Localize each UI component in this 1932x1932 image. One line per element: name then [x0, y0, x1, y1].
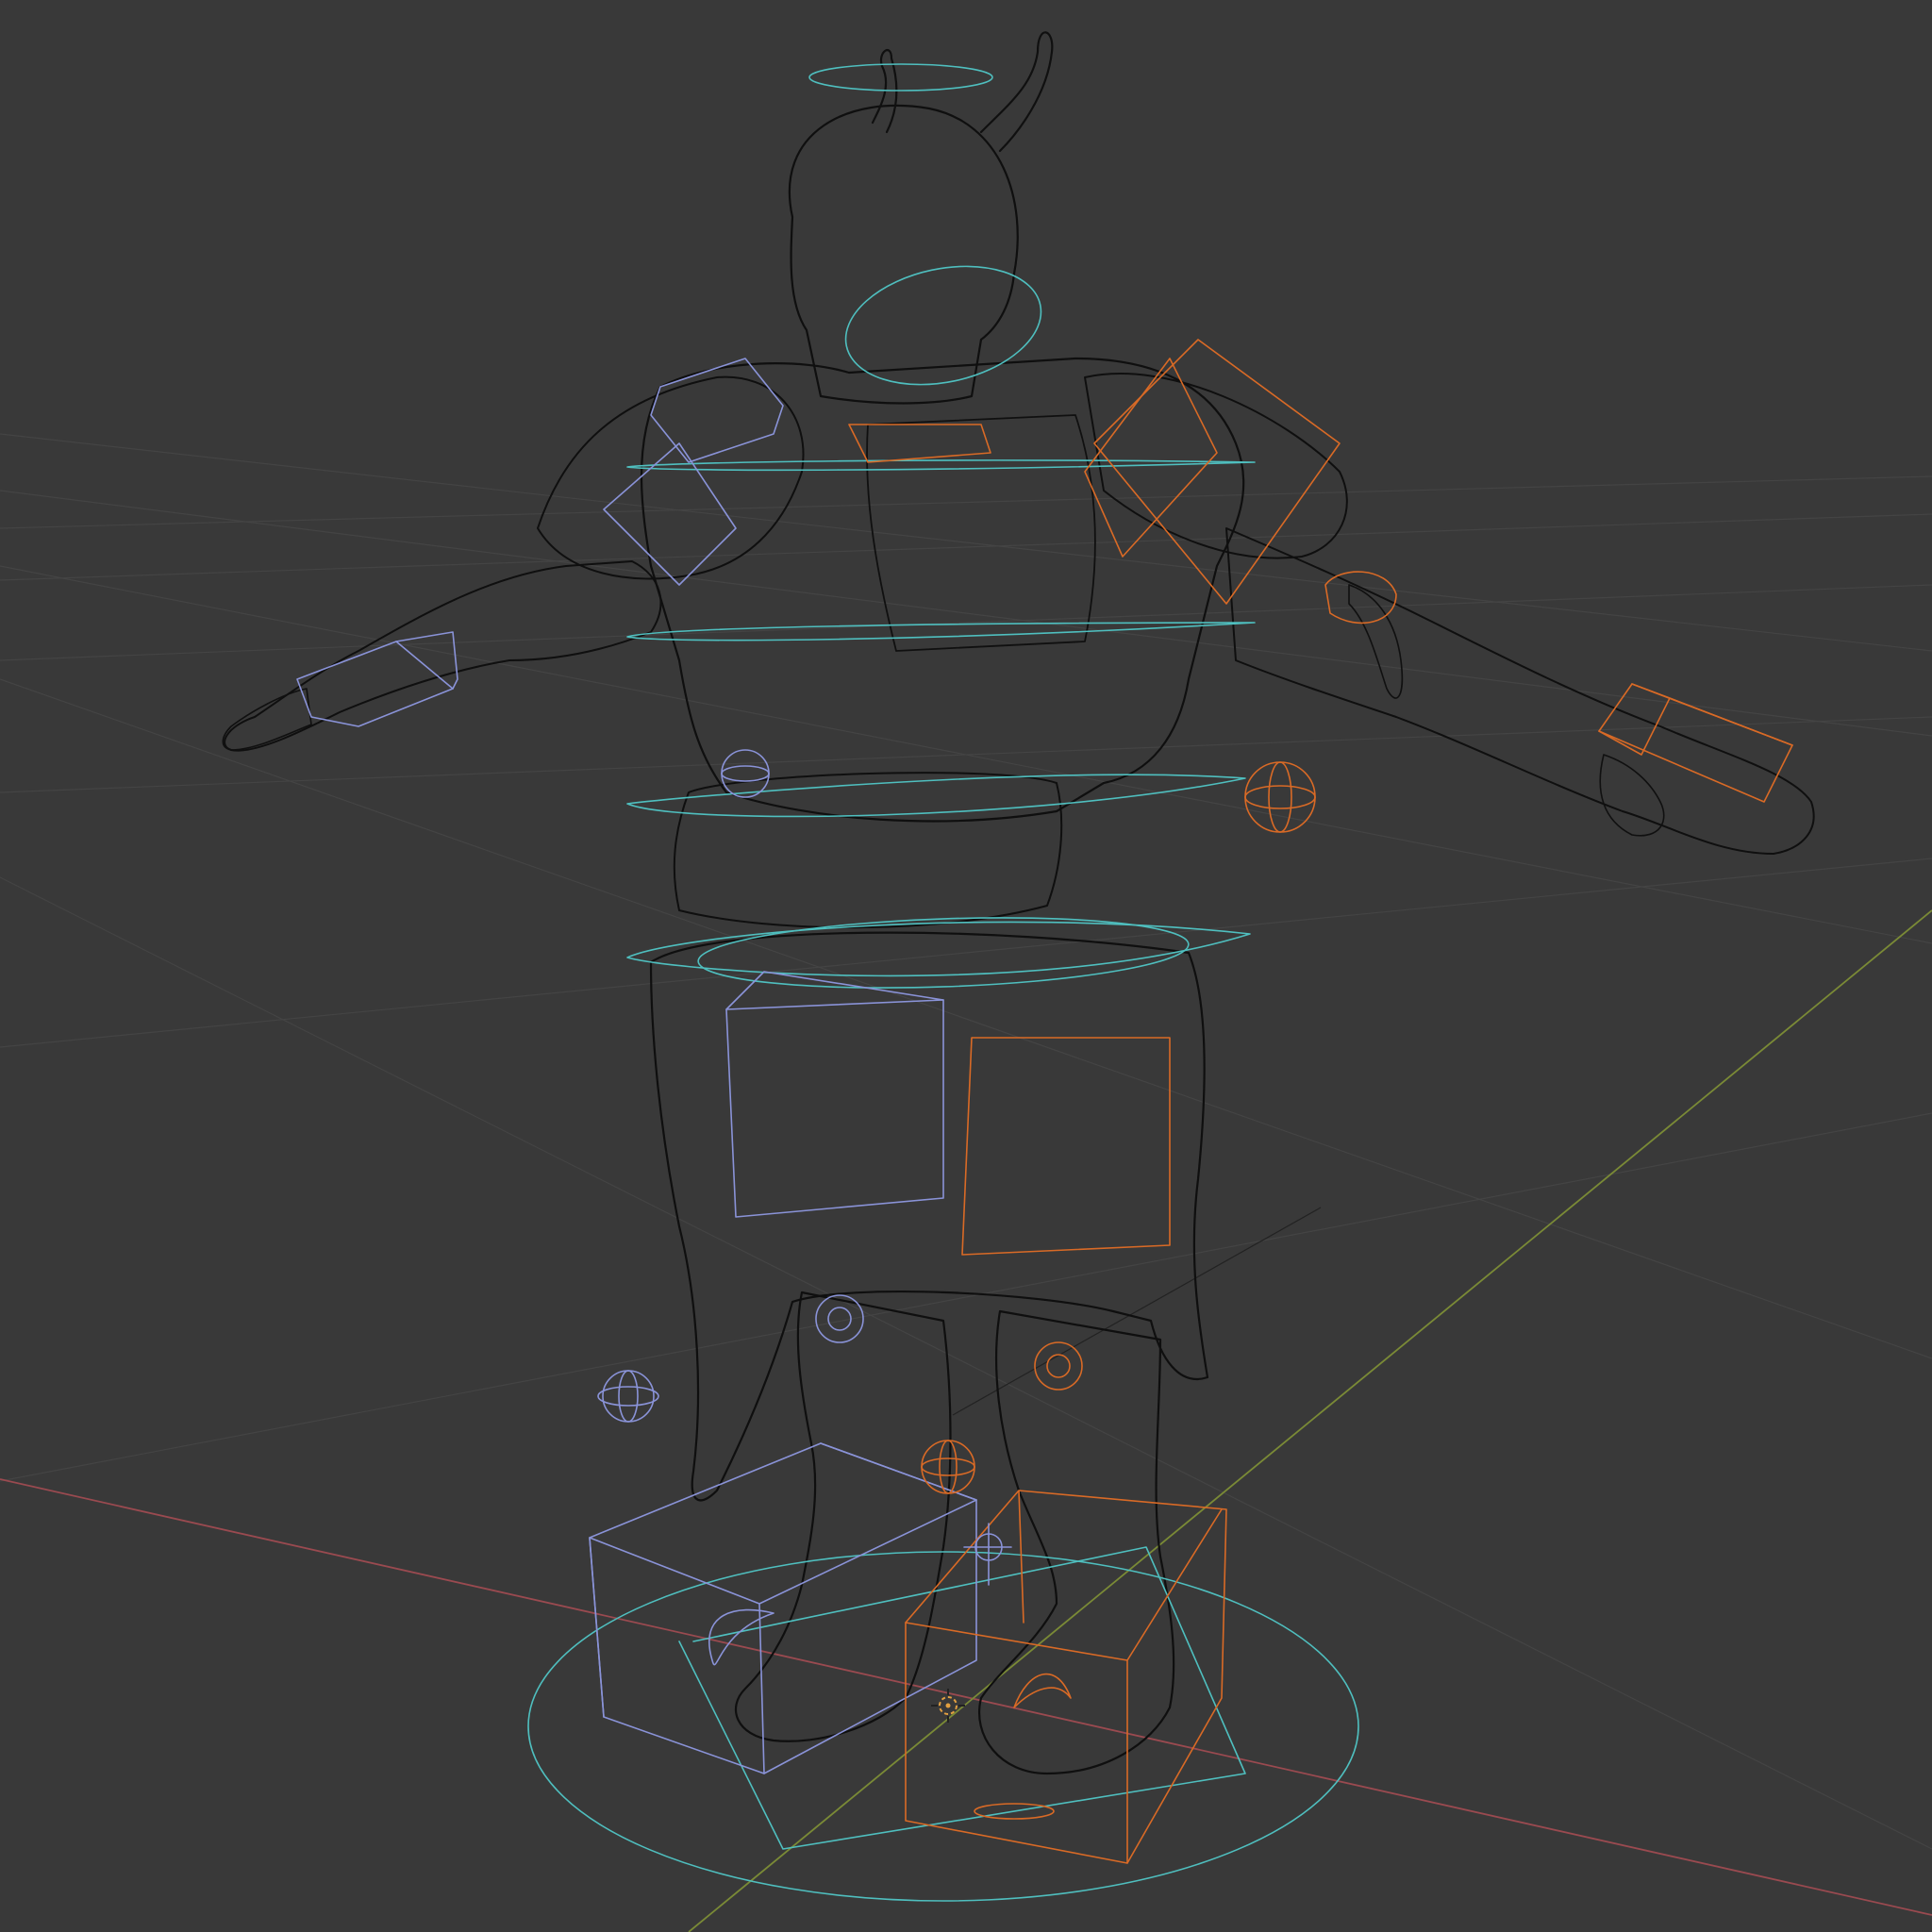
- right-knee-control[interactable]: [1034, 1341, 1083, 1391]
- left-shoulder-pad: [537, 375, 805, 580]
- neck-control-ring[interactable]: [835, 249, 1052, 401]
- right-hand-control-box[interactable]: [1598, 683, 1793, 803]
- right-ankle-control[interactable]: [1013, 1673, 1072, 1708]
- root-control-circle[interactable]: [527, 1551, 1359, 1902]
- left-leg-mesh: [734, 1291, 952, 1742]
- left-knee-pole-target[interactable]: [597, 1370, 659, 1423]
- left-arm-mesh: [224, 560, 662, 752]
- right-thigh-control[interactable]: [961, 1037, 1171, 1256]
- torso-mesh: [640, 357, 1245, 823]
- left-knee-control[interactable]: [815, 1294, 864, 1343]
- left-thigh-control-back[interactable]: [725, 971, 944, 1010]
- axis-lines: [0, 909, 1932, 1932]
- right-antenna: [979, 31, 1054, 153]
- right-elbow-control[interactable]: [1324, 571, 1397, 625]
- rig-controls[interactable]: [296, 63, 1793, 1902]
- chest-control-ring[interactable]: [626, 459, 1256, 472]
- left-hand-mesh: [222, 688, 312, 751]
- right-knee-pole-target[interactable]: [921, 1440, 975, 1494]
- y-axis-line: [688, 909, 1932, 1932]
- left-ankle-control[interactable]: [708, 1608, 774, 1666]
- x-axis-line: [0, 1478, 1932, 1916]
- right-shoulder-inner[interactable]: [1084, 358, 1218, 558]
- left-hand-control[interactable]: [296, 641, 454, 727]
- belt-mesh: [673, 772, 1063, 929]
- bone-direction-line: [952, 1207, 1322, 1416]
- 3d-cursor-icon[interactable]: [931, 1689, 965, 1723]
- 3d-viewport[interactable]: [0, 0, 1932, 1932]
- left-thigh-control[interactable]: [725, 999, 944, 1218]
- right-foot-control-box[interactable]: [905, 1490, 1227, 1864]
- left-hip-pivot-control[interactable]: [721, 749, 770, 798]
- root-control-pentagon[interactable]: [678, 1546, 1246, 1850]
- skirt-mesh: [649, 931, 1209, 1502]
- right-hand-mesh: [1599, 754, 1665, 837]
- viewport-canvas[interactable]: [0, 0, 1932, 1932]
- hip-control-ring[interactable]: [626, 774, 1246, 818]
- floor-grid: [0, 433, 1932, 1850]
- chest-right-control[interactable]: [848, 424, 991, 463]
- right-hip-pivot-control[interactable]: [1244, 761, 1316, 833]
- character-mesh[interactable]: [222, 31, 1815, 1775]
- head-mesh: [788, 104, 1019, 405]
- right-forearm-sleeve: [1348, 584, 1404, 699]
- head-control-ring[interactable]: [808, 63, 993, 92]
- left-shoulder-control[interactable]: [650, 358, 784, 463]
